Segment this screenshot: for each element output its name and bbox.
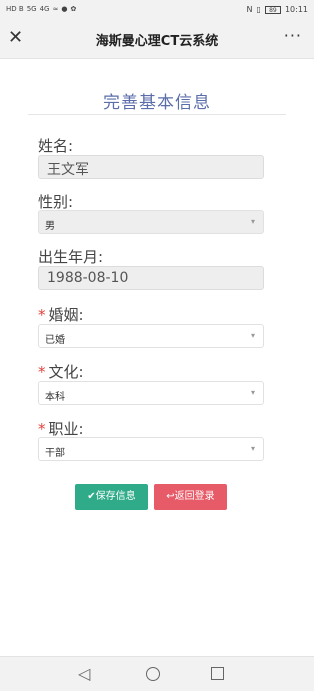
nav-home-icon[interactable] (146, 667, 160, 681)
chevron-down-icon: ▾ (250, 331, 255, 340)
nav-recents-icon[interactable] (211, 667, 224, 680)
gender-label: 性别: (38, 193, 74, 211)
status-icons-left: HD B 5G 4G ≈ ● ✿ (6, 5, 76, 14)
occupation-label-text: 职业: (48, 420, 84, 438)
required-mark: * (38, 420, 46, 438)
app-title: 海斯曼心理CT云系统 (95, 34, 219, 49)
marriage-value: 已婚 (45, 335, 65, 346)
hd-icon: HD B (6, 5, 24, 13)
occupation-label: * 职业: (38, 418, 84, 439)
title-divider (28, 114, 286, 115)
chevron-down-icon: ▾ (250, 388, 255, 397)
save-info-button[interactable]: ✔保存信息 (75, 484, 148, 510)
back-to-login-button[interactable]: ↩返回登录 (154, 484, 227, 510)
signal-4g-icon: 4G (39, 5, 50, 13)
more-menu-icon[interactable]: ··· (284, 26, 302, 45)
status-icons-right: N ▯ 89 10:11 (247, 5, 308, 14)
gender-select: 男 ▾ (38, 210, 264, 234)
chevron-down-icon: ▾ (250, 217, 255, 226)
status-time: 10:11 (284, 5, 308, 14)
marriage-label-text: 婚姻: (48, 306, 84, 324)
chevron-down-icon: ▾ (250, 444, 255, 453)
education-select[interactable]: 本科 ▾ (38, 381, 264, 405)
education-label-text: 文化: (48, 363, 84, 381)
required-mark: * (38, 363, 46, 381)
occupation-select[interactable]: 干部 ▾ (38, 437, 264, 461)
page-title: 完善基本信息 (103, 93, 211, 113)
marriage-label: * 婚姻: (38, 304, 84, 325)
battery-icon: 89 (264, 5, 281, 14)
name-label: 姓名: (38, 137, 74, 155)
birth-field: 1988-08-10 (38, 266, 264, 290)
occupation-value: 干部 (45, 448, 65, 459)
app-navbar: ✕ 海斯曼心理CT云系统 ··· (0, 20, 314, 59)
birth-label: 出生年月: (38, 248, 104, 266)
vibrate-icon: ▯ (256, 5, 261, 14)
chat-icon: ● (61, 5, 68, 13)
gender-value: 男 (45, 221, 55, 232)
nav-back-icon[interactable]: ◁ (78, 664, 90, 683)
required-mark: * (38, 306, 46, 324)
system-nav-bar: ◁ (0, 656, 314, 691)
nfc-icon: N (246, 5, 253, 14)
paw-icon: ✿ (70, 5, 77, 13)
status-bar: HD B 5G 4G ≈ ● ✿ N ▯ 89 10:11 (0, 0, 314, 20)
education-label: * 文化: (38, 361, 84, 382)
name-field: 王文军 (38, 155, 264, 179)
education-value: 本科 (45, 392, 65, 403)
signal-5g-icon: 5G (26, 5, 37, 13)
wifi-icon: ≈ (52, 5, 59, 13)
marriage-select[interactable]: 已婚 ▾ (38, 324, 264, 348)
